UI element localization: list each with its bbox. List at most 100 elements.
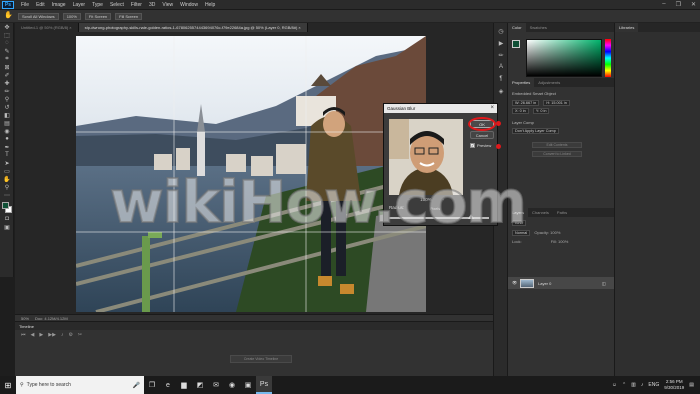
character-panel-icon[interactable]: A (494, 63, 508, 71)
marquee-tool-icon[interactable]: ⬚ (0, 31, 14, 39)
paragraph-panel-icon[interactable]: ¶ (494, 75, 508, 83)
preview-checkbox[interactable]: ✓ (470, 143, 475, 148)
first-frame-icon[interactable]: ⏮ (21, 332, 26, 338)
menu-3d[interactable]: 3D (149, 2, 155, 8)
history-panel-icon[interactable]: ◷ (494, 27, 508, 35)
microphone-icon[interactable]: 🎤 (133, 382, 140, 389)
menu-help[interactable]: Help (205, 2, 215, 8)
lasso-tool-icon[interactable]: ◌ (0, 39, 14, 47)
brushes-panel-icon[interactable]: ✏ (494, 51, 508, 59)
settings-icon[interactable]: ⚙ (68, 332, 72, 338)
network-icon[interactable]: ▥ (631, 382, 636, 388)
clone-stamp-tool-icon[interactable]: ⚲ (0, 95, 14, 103)
menu-edit[interactable]: Edit (36, 2, 45, 8)
y-field[interactable]: Y: 0 in (532, 108, 550, 114)
zoom-tool-icon[interactable]: ⚲ (0, 183, 14, 191)
transition-icon[interactable]: ✂ (78, 332, 82, 338)
hue-slider[interactable] (605, 39, 611, 77)
tab-untitled[interactable]: Untitled-1 @ 50% (RGB/8) × (15, 23, 79, 32)
actions-panel-icon[interactable]: ▶ (494, 39, 508, 47)
menu-type[interactable]: Type (92, 2, 103, 8)
eyedropper-tool-icon[interactable]: ✐ (0, 71, 14, 79)
healing-brush-tool-icon[interactable]: ✚ (0, 79, 14, 87)
layer-comp-select[interactable]: Don't Apply Layer Comp (512, 128, 562, 134)
brush-tool-icon[interactable]: ✏ (0, 87, 14, 95)
tab-swatches[interactable]: Swatches (526, 23, 551, 32)
tab-properties[interactable]: Properties (508, 78, 535, 87)
photoshop-taskbar-icon[interactable]: Ps (256, 376, 272, 394)
panel-foreground-color[interactable] (512, 40, 520, 48)
quick-select-tool-icon[interactable]: ✎ (0, 47, 14, 55)
eraser-tool-icon[interactable]: ◧ (0, 111, 14, 119)
height-field[interactable]: H: 15.001 in (543, 100, 570, 106)
taskbar-search-box[interactable]: ⚲ Type here to search 🎤 (16, 376, 144, 394)
crop-tool-icon[interactable]: ⌗ (0, 55, 14, 63)
zoom-100-button[interactable]: 100% (62, 12, 81, 20)
chrome-icon[interactable]: ◉ (224, 376, 240, 394)
fill-screen-button[interactable]: Fill Screen (115, 12, 143, 20)
maximize-button[interactable]: ❐ (676, 1, 681, 8)
windows-start-icon[interactable]: ⊞ (0, 376, 16, 394)
notifications-icon[interactable]: ▤ (689, 382, 694, 388)
next-frame-icon[interactable]: ▶▶ (48, 332, 56, 338)
color-picker-field[interactable] (526, 39, 602, 77)
dodge-tool-icon[interactable]: ● (0, 135, 14, 143)
fill-field[interactable]: Fill: 100% (551, 239, 569, 244)
prev-frame-icon[interactable]: ◀ (31, 332, 35, 338)
layer-visibility-icon[interactable]: 👁 (512, 280, 517, 285)
menu-file[interactable]: File (21, 2, 29, 8)
quick-mask-icon[interactable]: ◘ (0, 215, 14, 223)
foreground-color-swatch[interactable] (2, 202, 9, 209)
menu-window[interactable]: Window (180, 2, 198, 8)
file-explorer-icon[interactable]: ▆ (176, 376, 192, 394)
path-select-tool-icon[interactable]: ➤ (0, 159, 14, 167)
menu-image[interactable]: Image (52, 2, 66, 8)
layer-comp-value[interactable]: Don't Apply Layer Comp (512, 128, 559, 134)
language-indicator[interactable]: ENG (648, 382, 659, 388)
task-view-icon[interactable]: ❐ (144, 376, 160, 394)
mail-icon[interactable]: ✉ (208, 376, 224, 394)
zoom-level[interactable]: 50% (21, 316, 29, 321)
clock[interactable]: 2:56 PM 9/30/2019 (664, 379, 684, 391)
more-tools-icon[interactable]: ⋯ (0, 191, 14, 199)
store-icon[interactable]: ◩ (192, 376, 208, 394)
menu-layer[interactable]: Layer (73, 2, 86, 8)
frame-tool-icon[interactable]: ⊠ (0, 63, 14, 71)
tab-photo[interactable]: stp-dwrong-photography-skills-nale-golde… (78, 23, 308, 32)
audio-icon[interactable]: ♪ (61, 332, 64, 338)
hand-tool-sidebar-icon[interactable]: ✋ (0, 175, 14, 183)
scroll-all-windows-checkbox[interactable]: Scroll All Windows (18, 12, 59, 20)
screen-mode-icon[interactable]: ▣ (0, 223, 14, 231)
width-field[interactable]: W: 26.667 in (512, 100, 540, 106)
color-swatches[interactable] (0, 201, 14, 215)
preview-checkbox-row[interactable]: ✓ Preview (470, 143, 491, 148)
hand-tool-icon[interactable]: ✋ (4, 12, 14, 20)
move-tool-icon[interactable]: ✥ (0, 23, 14, 31)
menu-select[interactable]: Select (110, 2, 124, 8)
play-icon[interactable]: ▶ (39, 332, 43, 338)
app-icon[interactable]: ▣ (240, 376, 256, 394)
layer-name[interactable]: Layer 0 (538, 281, 551, 286)
tab-color[interactable]: Color (508, 23, 526, 32)
pen-tool-icon[interactable]: ✒ (0, 143, 14, 151)
close-window-button[interactable]: ✕ (691, 1, 696, 8)
menu-filter[interactable]: Filter (131, 2, 142, 8)
fit-screen-button[interactable]: Fit Screen (84, 12, 112, 20)
edit-contents-button[interactable]: Edit Contents (532, 142, 582, 148)
menu-view[interactable]: View (162, 2, 173, 8)
blur-tool-icon[interactable]: ◉ (0, 127, 14, 135)
x-field[interactable]: X: 0 in (512, 108, 529, 114)
convert-to-linked-button[interactable]: Convert to Linked (532, 151, 582, 157)
shape-tool-icon[interactable]: ▭ (0, 167, 14, 175)
create-video-timeline-button[interactable]: Create Video Timeline (230, 355, 292, 363)
cancel-button[interactable]: Cancel (470, 131, 494, 139)
tab-libraries[interactable]: Libraries (615, 23, 639, 32)
volume-icon[interactable]: ♪ (641, 382, 644, 388)
history-brush-tool-icon[interactable]: ↺ (0, 103, 14, 111)
close-icon[interactable]: × (490, 105, 494, 111)
tray-overflow-icon[interactable]: ⌃ (622, 382, 626, 388)
minimize-button[interactable]: – (662, 1, 665, 8)
gradient-tool-icon[interactable]: ▤ (0, 119, 14, 127)
people-icon[interactable]: ☺ (612, 382, 617, 388)
type-tool-icon[interactable]: T (0, 151, 14, 159)
